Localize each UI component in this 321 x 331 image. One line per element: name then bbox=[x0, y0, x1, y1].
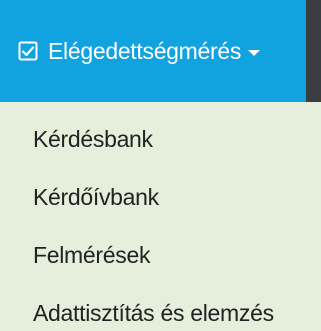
top-navigation-bar: Elégedettségmérés bbox=[0, 0, 321, 102]
screen: Elégedettségmérés Kérdésbank Kérdőívbank… bbox=[0, 0, 321, 331]
dropdown-menu: Kérdésbank Kérdőívbank Felmérések Adatti… bbox=[0, 102, 321, 331]
menu-item-kerdoivbank[interactable]: Kérdőívbank bbox=[33, 184, 159, 211]
checkbox-checked-icon bbox=[18, 41, 38, 61]
menu-item-kerdesbank[interactable]: Kérdésbank bbox=[33, 126, 153, 153]
nav-tab-elegedettsegmeres[interactable]: Elégedettségmérés bbox=[0, 0, 306, 102]
nav-tab-label: Elégedettségmérés bbox=[48, 37, 242, 64]
caret-down-icon bbox=[248, 49, 261, 56]
menu-item-adattisztitas-es-elemzes[interactable]: Adattisztítás és elemzés bbox=[33, 300, 274, 327]
menu-item-felmeresek[interactable]: Felmérések bbox=[33, 242, 150, 269]
